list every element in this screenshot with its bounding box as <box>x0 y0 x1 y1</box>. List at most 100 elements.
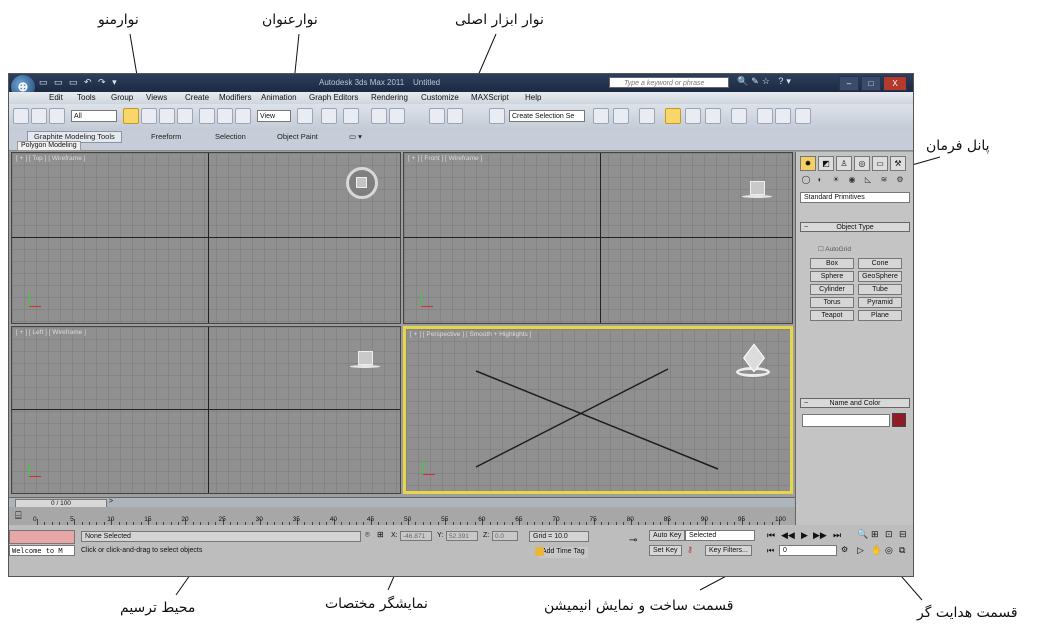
viewport-label[interactable]: [ + ] [ Left ] [ Wireframe ] <box>16 329 86 336</box>
select-by-name-icon[interactable] <box>141 108 157 124</box>
lights-icon[interactable]: ☀ <box>830 174 842 186</box>
orbit-icon[interactable]: ◎ <box>885 545 893 556</box>
pan-icon[interactable]: ✋ <box>871 545 882 556</box>
maximize-viewport-icon[interactable]: ⧉ <box>899 545 905 556</box>
selection-region-icon[interactable] <box>159 108 175 124</box>
viewport-front[interactable]: [ + ] [ Front ] [ Wireframe ] <box>403 152 793 324</box>
tab-freeform[interactable]: Freeform <box>151 132 181 141</box>
viewcube-icon[interactable] <box>736 343 772 379</box>
zoom-all-icon[interactable]: ⊞ <box>871 529 879 540</box>
play-icon[interactable]: ▶ <box>801 530 808 541</box>
viewport-left[interactable]: [ + ] [ Left ] [ Wireframe ] <box>11 326 401 494</box>
geosphere-button[interactable]: GeoSphere <box>858 271 902 282</box>
material-editor-icon[interactable] <box>731 108 747 124</box>
set-key-button[interactable]: Set Key <box>649 545 682 556</box>
viewport-label[interactable]: [ + ] [ Front ] [ Wireframe ] <box>408 155 482 162</box>
angle-snap-icon[interactable] <box>389 108 405 124</box>
sphere-button[interactable]: Sphere <box>810 271 854 282</box>
menu-graph-editors[interactable]: Graph Editors <box>309 93 358 102</box>
key-icon[interactable]: ⚷ <box>687 545 693 554</box>
menu-rendering[interactable]: Rendering <box>371 93 408 102</box>
cameras-icon[interactable]: ◉ <box>846 174 858 186</box>
tab-selection[interactable]: Selection <box>215 132 246 141</box>
set-key-mode-icon[interactable]: ⊸ <box>629 535 637 546</box>
render-setup-icon[interactable] <box>757 108 773 124</box>
rotate-icon[interactable] <box>217 108 233 124</box>
space-warps-icon[interactable]: ≋ <box>878 174 890 186</box>
zoom-extents-all-icon[interactable]: ⊟ <box>899 529 907 540</box>
ribbon-options-icon[interactable]: ▭ ▾ <box>349 132 362 141</box>
mirror-icon[interactable] <box>593 108 609 124</box>
hierarchy-tab-icon[interactable]: ♙ <box>836 156 852 171</box>
infocenter-icons[interactable]: 🔍✎☆ ?▾ <box>737 76 794 87</box>
bind-space-warp-icon[interactable] <box>49 108 65 124</box>
menu-group[interactable]: Group <box>111 93 133 102</box>
select-manipulate-icon[interactable] <box>321 108 337 124</box>
window-crossing-icon[interactable] <box>177 108 193 124</box>
go-to-start-icon[interactable]: ⏮ <box>767 530 775 541</box>
y-coordinate-field[interactable]: 52.391 <box>446 531 478 541</box>
keyboard-shortcut-override-icon[interactable] <box>343 108 359 124</box>
previous-frame-icon[interactable]: ◀◀ <box>781 530 795 541</box>
motion-tab-icon[interactable]: ◎ <box>854 156 870 171</box>
menu-create[interactable]: Create <box>185 93 209 102</box>
utilities-tab-icon[interactable]: ⚒ <box>890 156 906 171</box>
autogrid-checkbox[interactable]: ☐ AutoGrid <box>818 245 851 253</box>
tab-polygon-modeling[interactable]: Polygon Modeling <box>17 141 81 151</box>
selection-filter-dropdown[interactable]: All <box>71 110 117 122</box>
lock-selection-icon[interactable]: ⌾ <box>365 530 370 540</box>
systems-icon[interactable]: ⚙ <box>894 174 906 186</box>
menu-views[interactable]: Views <box>146 93 167 102</box>
menu-animation[interactable]: Animation <box>261 93 297 102</box>
add-time-tag-button[interactable]: Add Time Tag <box>539 547 588 558</box>
select-object-icon[interactable] <box>123 108 139 124</box>
layer-manager-icon[interactable] <box>639 108 655 124</box>
tube-button[interactable]: Tube <box>858 284 902 295</box>
render-production-icon[interactable] <box>795 108 811 124</box>
tab-object-paint[interactable]: Object Paint <box>277 132 318 141</box>
edit-named-selection-icon[interactable] <box>489 108 505 124</box>
modify-tab-icon[interactable]: ◩ <box>818 156 834 171</box>
auto-key-button[interactable]: Auto Key <box>649 530 686 541</box>
rendered-frame-icon[interactable] <box>775 108 791 124</box>
maxscript-listener-input[interactable]: Welcome to M <box>9 545 75 556</box>
snaps-toggle-icon[interactable] <box>371 108 387 124</box>
graphite-toggle-icon[interactable] <box>665 108 681 124</box>
scale-icon[interactable] <box>235 108 251 124</box>
plane-button[interactable]: Plane <box>858 310 902 321</box>
name-and-color-rollout[interactable]: − Name and Color <box>800 398 910 408</box>
quick-access-toolbar[interactable]: ▭ ▭ ▭ ↶ ↷ ▾ <box>39 77 119 88</box>
cylinder-button[interactable]: Cylinder <box>810 284 854 295</box>
menu-customize[interactable]: Customize <box>421 93 459 102</box>
torus-button[interactable]: Torus <box>810 297 854 308</box>
minimize-button[interactable]: – <box>839 76 859 91</box>
teapot-button[interactable]: Teapot <box>810 310 854 321</box>
x-coordinate-field[interactable]: -46.871 <box>400 531 432 541</box>
menu-maxscript[interactable]: MAXScript <box>471 93 509 102</box>
unlink-icon[interactable] <box>31 108 47 124</box>
cone-button[interactable]: Cone <box>858 258 902 269</box>
time-slider-next-icon[interactable]: > <box>109 498 113 505</box>
current-frame-field[interactable]: 0 <box>779 545 837 556</box>
geometry-icon[interactable]: ◯ <box>800 174 812 186</box>
viewport-label[interactable]: [ + ] [ Top ] [ Wireframe ] <box>16 155 85 162</box>
align-icon[interactable] <box>613 108 629 124</box>
next-frame-icon[interactable]: ▶▶ <box>813 530 827 541</box>
viewport-top[interactable]: [ + ] [ Top ] [ Wireframe ] <box>11 152 401 324</box>
track-bar[interactable]: ⌸ 0 5 10 15 20 25 30 35 40 45 50 55 60 65 70 75 80 85 90 95… <box>9 507 795 526</box>
reference-coordinate-dropdown[interactable]: View <box>257 110 291 122</box>
menu-help[interactable]: Help <box>525 93 541 102</box>
mini-curve-editor-icon[interactable]: ⌸ <box>15 510 22 523</box>
zoom-extents-icon[interactable]: ⊡ <box>885 529 893 540</box>
object-color-swatch[interactable] <box>892 413 906 427</box>
viewcube-icon[interactable] <box>350 351 380 373</box>
primitive-type-dropdown[interactable]: Standard Primitives <box>800 192 910 203</box>
menu-modifiers[interactable]: Modifiers <box>219 93 251 102</box>
key-filters-button[interactable]: Key Filters... <box>705 545 752 556</box>
object-name-field[interactable] <box>802 414 890 427</box>
zoom-icon[interactable]: 🔍 <box>857 529 868 540</box>
spinner-snap-icon[interactable] <box>447 108 463 124</box>
key-mode-toggle-icon[interactable]: ⏮ <box>767 546 774 556</box>
display-tab-icon[interactable]: ▭ <box>872 156 888 171</box>
create-tab-icon[interactable]: ✸ <box>800 156 816 171</box>
